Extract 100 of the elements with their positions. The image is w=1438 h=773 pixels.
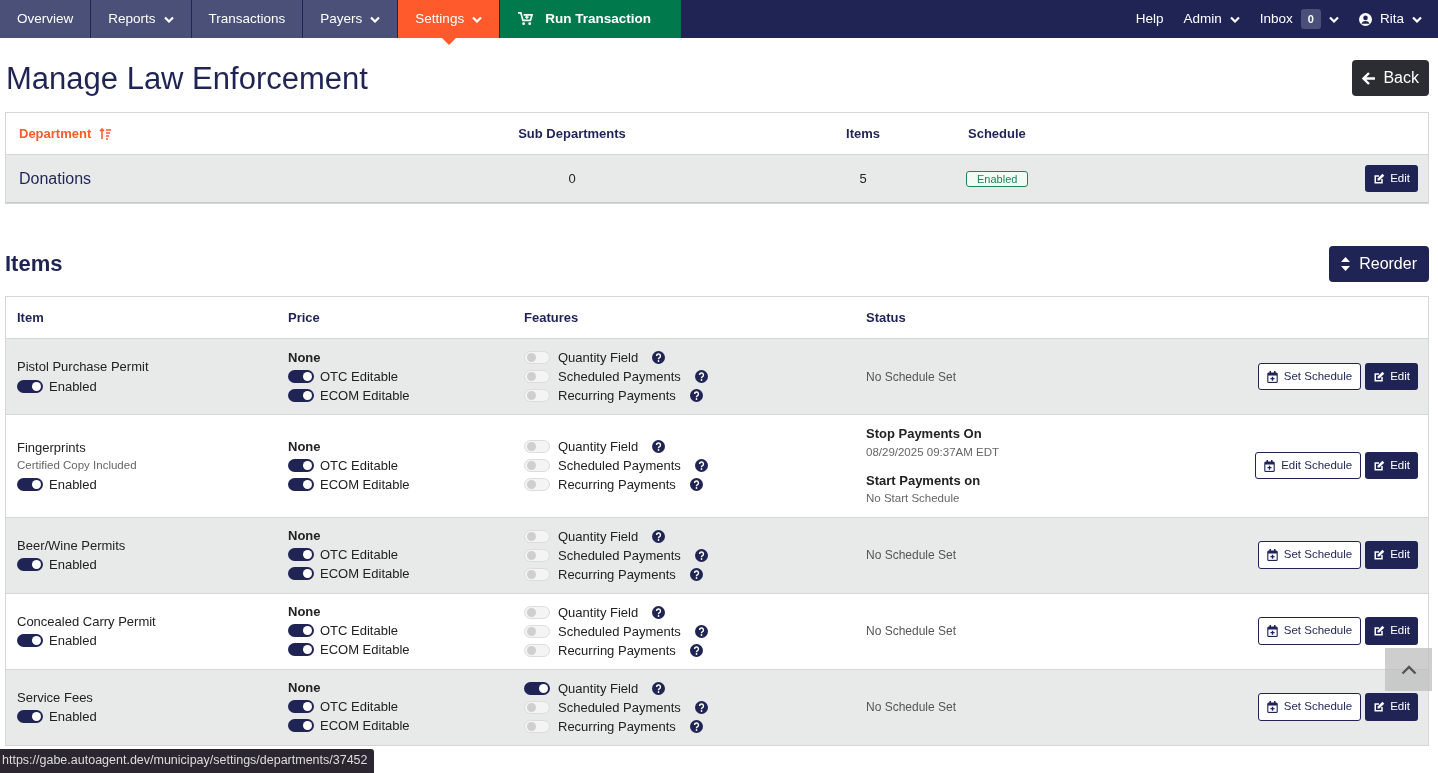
toggle-switch[interactable] [524,351,550,364]
nav-link[interactable]: Rita [1349,0,1432,38]
calendar-icon [1266,625,1278,637]
toggle-switch[interactable] [288,477,314,491]
schedule-heading: Start Payments on [866,471,982,490]
toggle-label: Scheduled Payments [558,368,681,386]
toggle-label: ECOM Editable [320,565,410,583]
edit-button[interactable]: Edit [1365,164,1418,193]
toggle-switch[interactable] [524,478,550,492]
nav-link[interactable]: Help [1125,0,1174,38]
toggle-label: ECOM Editable [320,641,410,659]
price-text: None [288,348,322,367]
status-text: No Schedule Set [866,369,957,384]
toggle-switch[interactable] [524,643,550,657]
calendar-icon [1264,459,1276,472]
schedule-button[interactable]: Set Schedule [1257,693,1362,721]
column-header: Item [17,308,45,327]
item-name: Service Fees [17,688,94,707]
toggle-label: Quantity Field [558,679,639,698]
edit-button[interactable]: Edit [1365,693,1418,721]
toggle-switch[interactable] [288,388,314,402]
schedule-button[interactable]: Edit Schedule [1255,452,1362,480]
toggle-switch[interactable] [17,477,43,491]
edit-button[interactable]: Edit [1365,541,1418,569]
department-name[interactable]: Donations [19,166,92,191]
back-button[interactable]: Back [1352,60,1429,96]
nav-tab[interactable]: Overview [0,0,92,38]
toggle-switch[interactable] [288,643,314,656]
edit-button[interactable]: Edit [1365,362,1418,391]
toggle-switch[interactable] [524,370,550,383]
toggle-label: Quantity Field [558,603,639,622]
toggle-switch[interactable] [524,529,550,543]
toggle-switch[interactable] [524,624,550,638]
toggle-switch[interactable] [288,548,314,561]
edit-icon [1373,549,1386,561]
toggle-label: Scheduled Payments [558,457,681,476]
toggle-switch[interactable] [524,605,550,619]
toggle-switch[interactable] [17,558,43,572]
column-header[interactable]: Items [846,123,880,144]
toggle-switch[interactable] [17,634,43,648]
reorder-button[interactable]: Reorder [1329,246,1429,282]
toggle-switch[interactable] [524,700,550,714]
price-text: None [288,679,322,697]
sort-icon [99,127,112,140]
help-icon [689,643,703,657]
toggle-switch[interactable] [288,567,314,580]
toggle-switch[interactable] [17,710,43,724]
chevron-up-icon [1400,664,1417,675]
help-icon [694,459,708,473]
toggle-label: Recurring Payments [558,565,676,584]
help-icon [694,700,708,714]
toggle-label: Enabled [49,475,97,494]
toggle-label: Recurring Payments [558,387,676,405]
schedule-heading: Stop Payments On [866,425,983,443]
toggle-switch[interactable] [524,459,550,473]
edit-button[interactable]: Edit [1365,452,1418,480]
toggle-label: Enabled [49,708,97,727]
column-header[interactable]: Sub Departments [518,123,626,144]
toggle-switch[interactable] [524,681,550,695]
nav-tab[interactable]: Reports [91,0,192,38]
calendar-icon [1266,701,1278,713]
help-icon [652,440,666,454]
toggle-switch[interactable] [288,624,314,637]
sort-arrows-icon [1341,257,1351,271]
nav-tab[interactable]: Payers [303,0,399,38]
toggle-label: Enabled [49,377,97,396]
toggle-label: Enabled [49,556,97,575]
count-badge: 0 [1300,8,1321,30]
schedule-button[interactable]: Set Schedule [1257,362,1362,391]
cart-icon [518,12,534,26]
nav-tab[interactable]: Run Transaction [500,0,682,38]
toggle-label: ECOM Editable [320,717,410,735]
toggle-switch[interactable] [288,369,314,383]
toggle-switch[interactable] [17,379,43,393]
toggle-switch[interactable] [524,567,550,581]
toggle-switch[interactable] [288,700,314,713]
schedule-button[interactable]: Set Schedule [1257,617,1362,645]
toggle-label: Scheduled Payments [558,698,681,717]
toggle-switch[interactable] [524,719,550,733]
toggle-switch[interactable] [288,719,314,732]
edit-icon [1373,625,1386,637]
toggle-switch[interactable] [524,389,550,402]
nav-link[interactable]: Admin [1173,0,1250,38]
item-name: Pistol Purchase Permit [17,358,150,377]
status-badge: Enabled [966,170,1029,187]
toggle-switch[interactable] [524,548,550,562]
help-icon [689,719,703,733]
toggle-label: OTC Editable [320,622,399,640]
schedule-button[interactable]: Set Schedule [1257,541,1362,569]
edit-button[interactable]: Edit [1365,617,1418,645]
column-header[interactable]: Schedule [968,123,1026,144]
toggle-label: Recurring Payments [558,641,676,660]
schedule-value: No Start Schedule [866,491,961,507]
calendar-icon [1266,370,1278,383]
nav-link[interactable]: Inbox 0 [1249,0,1349,38]
toggle-switch[interactable] [524,440,550,454]
help-icon [652,529,666,543]
toggle-switch[interactable] [288,458,314,472]
toggle-label: Quantity Field [558,349,639,367]
nav-tab[interactable]: Transactions [191,0,304,38]
